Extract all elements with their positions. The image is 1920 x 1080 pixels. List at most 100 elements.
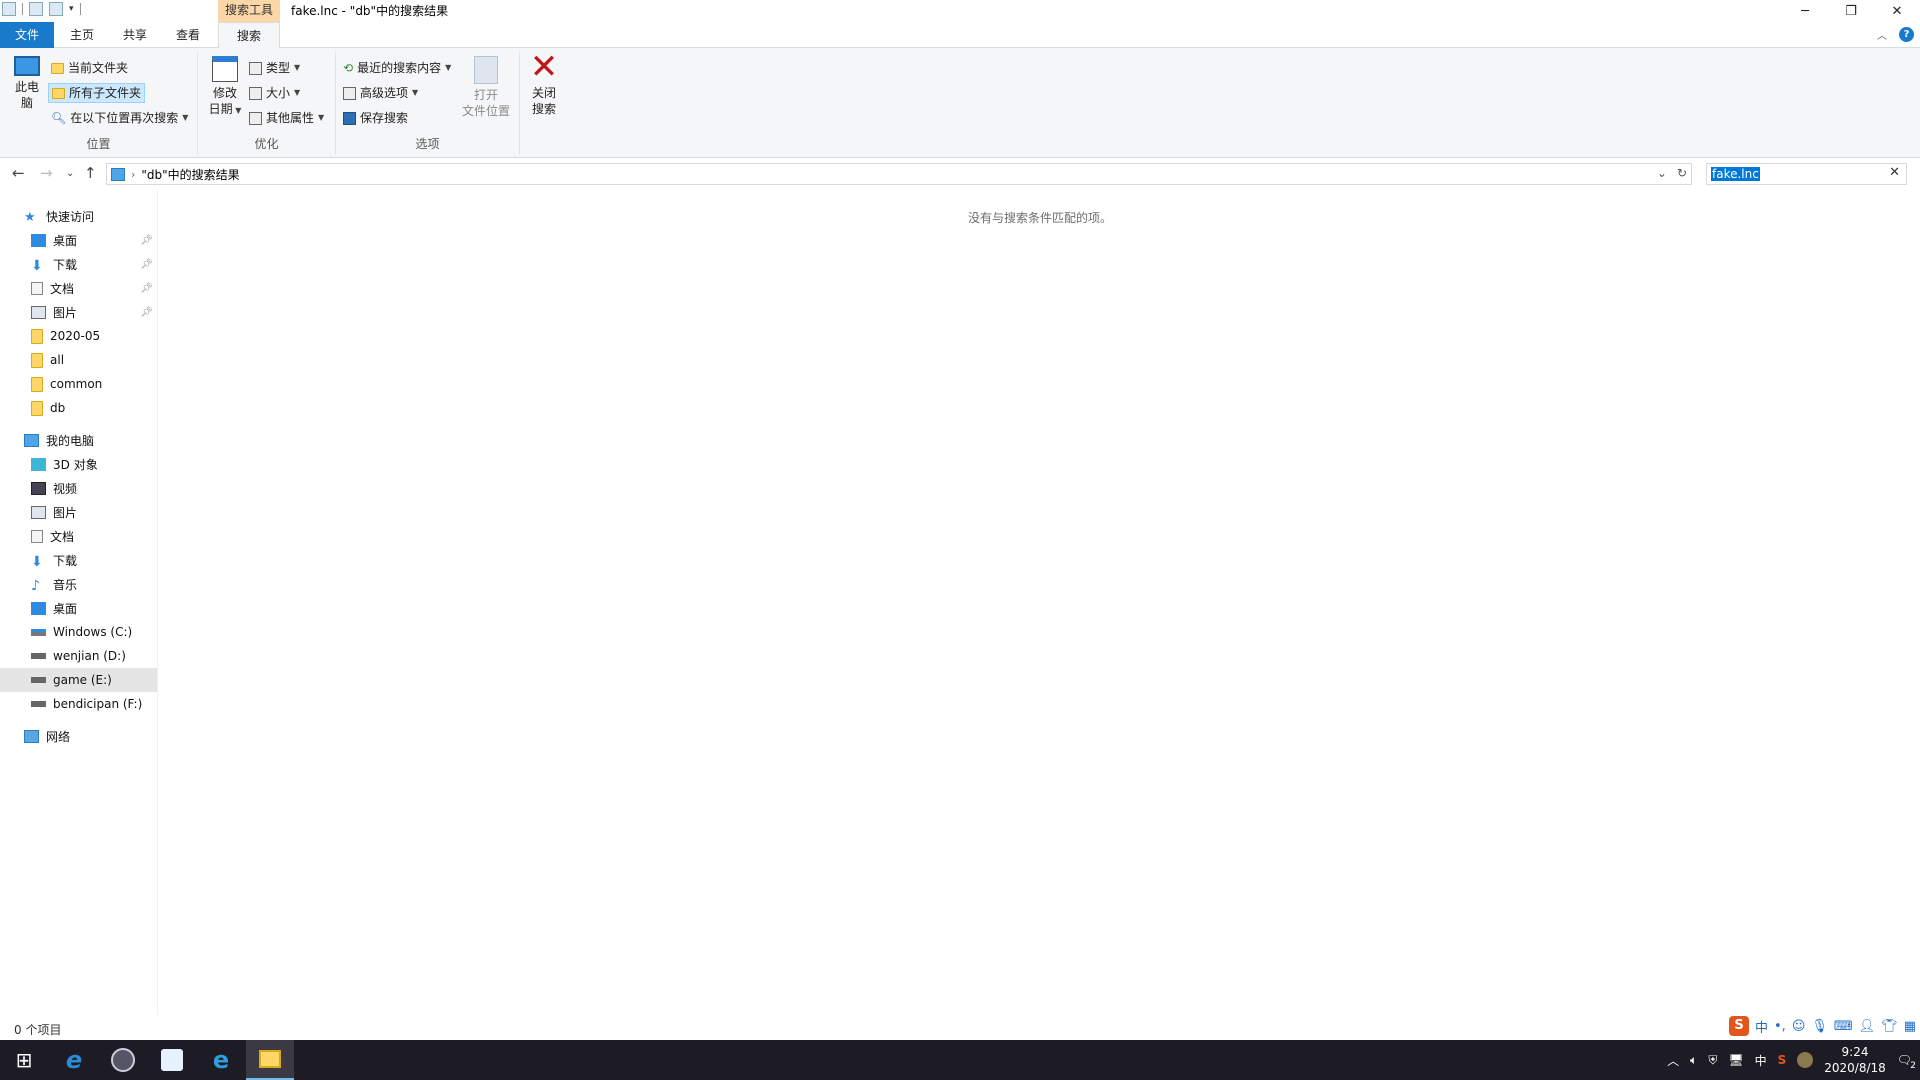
- sidebar-item-drive-e[interactable]: game (E:): [0, 668, 157, 692]
- sidebar-item-documents-pc[interactable]: 文档: [0, 524, 157, 548]
- save-search-label: 保存搜索: [360, 111, 409, 125]
- tab-file[interactable]: 文件: [0, 22, 54, 48]
- sogou-ime-icon[interactable]: S: [1729, 1016, 1749, 1036]
- sidebar-item-music[interactable]: ♪ 音乐: [0, 572, 157, 596]
- save-search-button[interactable]: 保存搜索: [340, 108, 411, 128]
- pane-divider[interactable]: [157, 190, 158, 1015]
- sidebar-item-3d-objects[interactable]: 3D 对象: [0, 452, 157, 476]
- sidebar-item-quick-access[interactable]: ★ 快速访问: [0, 204, 157, 228]
- sidebar-item-desktop-pc[interactable]: 桌面: [0, 596, 157, 620]
- sidebar-item-label: 文档: [50, 529, 75, 544]
- clear-search-icon[interactable]: ✕: [1889, 165, 1900, 180]
- recent-searches-button[interactable]: ⟲ 最近的搜索内容 ▼: [340, 58, 454, 78]
- sidebar-item-folder-db[interactable]: db: [0, 396, 157, 420]
- sidebar-item-pictures[interactable]: 图片 📌︎: [0, 300, 157, 324]
- all-subfolders-button[interactable]: 所有子文件夹: [48, 83, 146, 103]
- sidebar-item-downloads-pc[interactable]: ⬇ 下载: [0, 548, 157, 572]
- search-input-value[interactable]: fake.lnc: [1711, 167, 1760, 181]
- folder-icon: [31, 400, 43, 416]
- type-button[interactable]: 类型 ▼: [246, 58, 303, 78]
- document-icon: [31, 281, 43, 295]
- folder-icon[interactable]: [2, 2, 16, 16]
- other-properties-button[interactable]: 其他属性 ▼: [246, 108, 327, 128]
- taskbar-file-explorer[interactable]: [246, 1040, 294, 1080]
- ime-mode[interactable]: 中: [1755, 1017, 1768, 1036]
- start-button[interactable]: ⊞: [0, 1040, 48, 1080]
- recent-locations-icon[interactable]: ⌄: [66, 168, 74, 179]
- sidebar-item-documents[interactable]: 文档 📌︎: [0, 276, 157, 300]
- restore-button[interactable]: ❐: [1828, 0, 1874, 22]
- taskbar-ie[interactable]: e: [197, 1040, 245, 1080]
- sidebar-item-network[interactable]: 网络: [0, 724, 157, 748]
- back-arrow-icon[interactable]: ←: [12, 164, 25, 182]
- search-input[interactable]: fake.lnc ✕: [1706, 163, 1907, 185]
- new-folder-icon[interactable]: [49, 2, 63, 16]
- size-button[interactable]: 大小 ▼: [246, 83, 303, 103]
- tab-home[interactable]: 主页: [62, 22, 102, 48]
- address-bar[interactable]: › "db"中的搜索结果 ⌄ ↻: [106, 163, 1692, 185]
- sidebar-item-drive-d[interactable]: wenjian (D:): [0, 644, 157, 668]
- network-tray-icon[interactable]: 🖥︎: [1728, 1053, 1743, 1067]
- minimize-button[interactable]: ─: [1782, 0, 1828, 22]
- taskbar-app-bird[interactable]: [148, 1040, 196, 1080]
- sidebar-item-pictures-pc[interactable]: 图片: [0, 500, 157, 524]
- sidebar-item-folder-common[interactable]: common: [0, 372, 157, 396]
- sidebar-item-folder-all[interactable]: all: [0, 348, 157, 372]
- clock[interactable]: 9:24 2020/8/18: [1824, 1044, 1886, 1076]
- avatar[interactable]: [1797, 1052, 1814, 1068]
- tab-share[interactable]: 共享: [115, 22, 155, 48]
- current-folder-button[interactable]: 当前文件夹: [48, 58, 131, 78]
- pin-icon[interactable]: 📌︎: [140, 307, 153, 318]
- tab-view[interactable]: 查看: [168, 22, 208, 48]
- up-arrow-icon[interactable]: ↑: [84, 164, 97, 182]
- chevron-down-icon: ▼: [412, 88, 419, 97]
- qat-customize-icon[interactable]: ▾: [69, 4, 74, 14]
- search-again-button[interactable]: 🔍︎ 在以下位置再次搜索 ▼: [48, 108, 191, 128]
- sidebar-item-videos[interactable]: 视频: [0, 476, 157, 500]
- sidebar-item-my-pc[interactable]: 我的电脑: [0, 428, 157, 452]
- sidebar-item-drive-f[interactable]: bendicipan (F:): [0, 692, 157, 716]
- collapse-ribbon-icon[interactable]: ︿: [1877, 27, 1887, 42]
- taskbar-edge[interactable]: e: [50, 1040, 98, 1080]
- advanced-options-button[interactable]: 高级选项 ▼: [340, 83, 421, 103]
- drive-icon: [31, 701, 46, 707]
- sidebar-item-drive-c[interactable]: Windows (C:): [0, 620, 157, 644]
- taskbar: ⊞ e e ︿ 🔈︎ ⛨ 🖥︎ 中 S 9:24 2020/8/18 🗨︎ 2: [0, 1040, 1920, 1080]
- pin-icon[interactable]: 📌︎: [140, 259, 153, 270]
- breadcrumb[interactable]: "db"中的搜索结果: [141, 166, 239, 183]
- open-file-location-button[interactable]: 打开 文件位置: [460, 56, 512, 119]
- sidebar-item-folder-2020-05[interactable]: 2020-05: [0, 324, 157, 348]
- properties-icon[interactable]: [29, 2, 43, 16]
- all-subfolders-label: 所有子文件夹: [69, 86, 142, 100]
- sogou-tray-icon[interactable]: S: [1778, 1053, 1787, 1067]
- pin-icon[interactable]: 📌︎: [140, 235, 153, 246]
- refresh-icon[interactable]: ↻: [1677, 166, 1687, 180]
- date-modified-button[interactable]: 修改 日期 ▼: [206, 56, 244, 119]
- microphone-icon[interactable]: 🎙︎: [1811, 1019, 1828, 1034]
- notification-center-icon[interactable]: 🗨︎ 2: [1897, 1053, 1916, 1071]
- grid-menu-icon[interactable]: ▦: [1904, 1019, 1916, 1034]
- ime-punctuation[interactable]: •,: [1774, 1019, 1786, 1034]
- user-icon[interactable]: 👤︎: [1859, 1019, 1876, 1034]
- close-search-button[interactable]: ✕ 关闭 搜索: [522, 50, 566, 117]
- address-dropdown-icon[interactable]: ⌄: [1657, 166, 1667, 180]
- emoji-icon[interactable]: ☺: [1792, 1019, 1806, 1034]
- taskbar-app-circle[interactable]: [99, 1040, 147, 1080]
- sidebar-item-downloads[interactable]: ⬇ 下载 📌︎: [0, 252, 157, 276]
- breadcrumb-chevron-icon[interactable]: ›: [131, 168, 135, 181]
- input-language[interactable]: 中: [1755, 1052, 1767, 1069]
- current-folder-label: 当前文件夹: [68, 61, 129, 75]
- forward-arrow-icon[interactable]: →: [40, 164, 53, 182]
- sidebar-item-label: 网络: [46, 729, 71, 744]
- pin-icon[interactable]: 📌︎: [140, 283, 153, 294]
- sidebar-item-desktop[interactable]: 桌面 📌︎: [0, 228, 157, 252]
- skin-icon[interactable]: 👕︎: [1881, 1019, 1898, 1034]
- chevron-up-icon[interactable]: ︿: [1667, 1052, 1679, 1069]
- this-pc-button[interactable]: 此电 脑: [10, 56, 44, 111]
- close-button[interactable]: ✕: [1874, 0, 1920, 22]
- tab-search[interactable]: 搜索: [218, 22, 280, 49]
- security-icon[interactable]: ⛨: [1708, 1053, 1717, 1068]
- keyboard-icon[interactable]: ⌨: [1834, 1019, 1853, 1034]
- volume-icon[interactable]: 🔈︎: [1690, 1053, 1697, 1068]
- help-icon[interactable]: ?: [1899, 27, 1914, 42]
